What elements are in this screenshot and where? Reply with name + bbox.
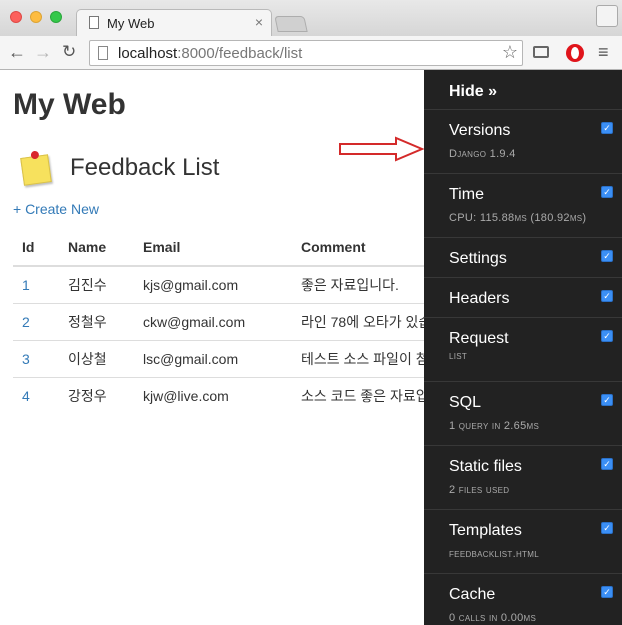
panel-title: Headers [449, 290, 510, 307]
profile-icon[interactable] [596, 5, 618, 27]
row-id-link[interactable]: 4 [22, 388, 30, 404]
row-id-link[interactable]: 1 [22, 277, 30, 293]
opera-extension-icon[interactable] [566, 44, 584, 62]
column-header-name: Name [59, 228, 134, 267]
tab-title: My Web [107, 16, 155, 31]
panel-title: Time [449, 186, 484, 203]
cast-icon[interactable] [533, 46, 549, 58]
forward-arrow-icon[interactable]: → [34, 42, 52, 63]
url-text[interactable]: localhost:8000/feedback/list [118, 45, 302, 62]
panel-title: SQL [449, 394, 482, 411]
panel-subtitle: feedbacklist.html [449, 548, 539, 560]
panel-title: Versions [449, 122, 511, 139]
row-name: 정철우 [59, 303, 134, 341]
url-host: localhost [118, 45, 178, 62]
page-icon [89, 16, 99, 29]
page-title: Feedback List [70, 154, 220, 181]
row-email: ckw@gmail.com [134, 303, 292, 341]
column-header-email: Email [134, 228, 292, 267]
new-tab-button[interactable] [274, 16, 308, 32]
panel-toggle-checkbox[interactable]: ✓ [601, 250, 613, 262]
panel-title: Request [449, 330, 509, 347]
reload-icon[interactable]: ↻ [62, 42, 76, 62]
row-name: 김진수 [59, 265, 134, 304]
row-id-link[interactable]: 2 [22, 314, 30, 330]
panel-toggle-checkbox[interactable]: ✓ [601, 522, 613, 534]
panel-time[interactable]: Time CPU: 115.88ms (180.92ms) ✓ [424, 174, 622, 238]
row-email: kjw@live.com [134, 377, 292, 414]
hide-toolbar-button[interactable]: Hide » [424, 70, 622, 110]
annotation-arrow [339, 136, 424, 162]
browser-toolbar: ← → ↻ localhost:8000/feedback/list ☆ ≡ [0, 36, 622, 70]
close-window-button[interactable] [10, 11, 22, 23]
panel-toggle-checkbox[interactable]: ✓ [601, 122, 613, 134]
panel-sql[interactable]: SQL 1 query in 2.65ms ✓ [424, 382, 622, 446]
panel-title: Templates [449, 522, 522, 539]
panel-subtitle: 2 files used [449, 484, 510, 496]
panel-subtitle: 0 calls in 0.00ms [449, 612, 537, 624]
row-name: 이상철 [59, 340, 134, 378]
row-id-link[interactable]: 3 [22, 351, 30, 367]
document-icon [98, 46, 108, 60]
panel-toggle-checkbox[interactable]: ✓ [601, 290, 613, 302]
panel-toggle-checkbox[interactable]: ✓ [601, 458, 613, 470]
panel-title: Settings [449, 250, 507, 267]
panel-settings[interactable]: Settings ✓ [424, 238, 622, 278]
back-arrow-icon[interactable]: ← [8, 42, 26, 63]
address-bar[interactable]: localhost:8000/feedback/list ☆ [89, 40, 523, 66]
sticky-note-icon [20, 154, 52, 186]
panel-request[interactable]: Request list ✓ [424, 318, 622, 382]
panel-toggle-checkbox[interactable]: ✓ [601, 586, 613, 598]
panel-toggle-checkbox[interactable]: ✓ [601, 394, 613, 406]
panel-subtitle: 1 query in 2.65ms [449, 420, 540, 432]
panel-subtitle: Django 1.9.4 [449, 148, 516, 160]
column-header-id: Id [13, 228, 59, 267]
panel-subtitle: list [449, 350, 468, 362]
menu-icon[interactable]: ≡ [598, 42, 609, 63]
panel-static-files[interactable]: Static files 2 files used ✓ [424, 446, 622, 510]
panel-title: Static files [449, 458, 522, 475]
minimize-window-button[interactable] [30, 11, 42, 23]
panel-templates[interactable]: Templates feedbacklist.html ✓ [424, 510, 622, 574]
url-path: :8000/feedback/list [177, 45, 303, 62]
create-new-link[interactable]: + Create New [13, 201, 99, 217]
panel-cache[interactable]: Cache 0 calls in 0.00ms ✓ [424, 574, 622, 625]
panel-subtitle: CPU: 115.88ms (180.92ms) [449, 212, 587, 224]
bookmark-star-icon[interactable]: ☆ [502, 42, 518, 63]
panel-headers[interactable]: Headers ✓ [424, 278, 622, 318]
row-email: lsc@gmail.com [134, 340, 292, 378]
browser-tab[interactable]: My Web × [76, 9, 272, 37]
panel-toggle-checkbox[interactable]: ✓ [601, 330, 613, 342]
zoom-window-button[interactable] [50, 11, 62, 23]
tab-close-icon[interactable]: × [255, 14, 263, 30]
browser-titlebar: My Web × [0, 0, 622, 37]
debug-toolbar-panel: Hide » Versions Django 1.9.4 ✓ Time CPU:… [424, 70, 622, 625]
panel-versions[interactable]: Versions Django 1.9.4 ✓ [424, 110, 622, 174]
panel-title: Cache [449, 586, 496, 603]
row-email: kjs@gmail.com [134, 265, 292, 304]
row-name: 강정우 [59, 377, 134, 414]
panel-toggle-checkbox[interactable]: ✓ [601, 186, 613, 198]
site-title: My Web [13, 88, 126, 121]
